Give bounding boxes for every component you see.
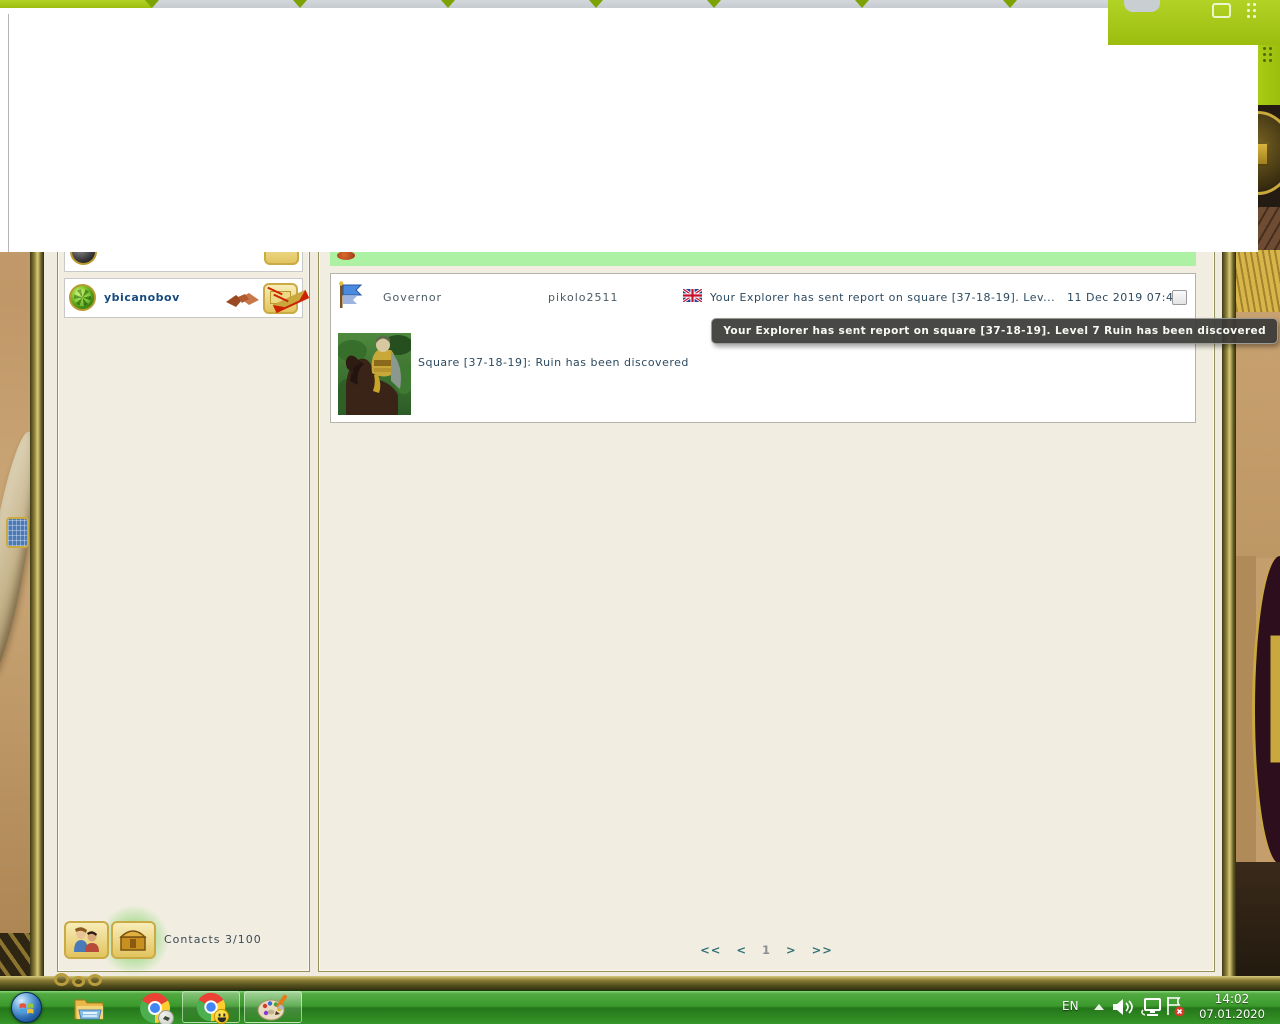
chrome-icon (197, 993, 226, 1022)
hidden-icons-chevron[interactable] (1094, 1004, 1104, 1010)
contacts-list-button[interactable] (64, 921, 109, 959)
explorer-icon[interactable] (73, 995, 105, 1021)
uk-flag-icon (683, 289, 702, 302)
paint-icon (256, 992, 290, 1022)
people-icon (70, 926, 102, 954)
contact-name[interactable]: ybicanobov (104, 291, 180, 304)
browser-menu-icon[interactable] (1247, 3, 1257, 19)
tab-separator-arrow (145, 0, 159, 8)
browser-tab-active[interactable] (0, 0, 152, 8)
clock-time[interactable]: 14:02 (1196, 992, 1268, 1006)
page-current[interactable]: 1 (762, 943, 771, 957)
contact-requests-button[interactable] (111, 921, 156, 959)
game-background-right (1236, 312, 1280, 558)
sender-title: Governor (383, 291, 442, 304)
contacts-panel (57, 246, 310, 972)
chrome-window-button[interactable] (182, 991, 240, 1023)
windows-logo-icon (18, 1000, 35, 1015)
gold-ring-decoration (72, 976, 85, 987)
handshake-icon (226, 288, 259, 309)
message-detail-box: Governor pikolo2511 Your Explorer has se… (330, 273, 1196, 423)
screen: ybicanobov Contacts 3/100 (0, 0, 1280, 1024)
overlay-edge-line (8, 14, 9, 252)
gold-ring-decoration (88, 974, 102, 986)
network-icon[interactable] (1140, 997, 1164, 1017)
blank-dialog-overlay (0, 8, 1258, 252)
mail-contact-button[interactable] (263, 283, 298, 314)
message-date: 11 Dec 2019 07:46 (1067, 291, 1181, 304)
tab-separator-arrow (1003, 0, 1017, 8)
chrome-icon[interactable] (140, 993, 170, 1023)
envelope-icon (270, 291, 291, 304)
gold-ring-decoration (54, 973, 69, 986)
browser-tab-strip (0, 0, 1280, 8)
chest-icon (118, 927, 148, 953)
explorer-portrait[interactable] (338, 333, 411, 415)
contacts-count-label: Contacts 3/100 (164, 933, 262, 946)
language-indicator[interactable]: EN (1062, 999, 1079, 1013)
clock-date[interactable]: 07.01.2020 (1196, 1007, 1268, 1021)
contact-row[interactable]: ybicanobov (64, 278, 303, 318)
action-center-flag-icon[interactable] (1164, 995, 1186, 1018)
message-icon-fragment (337, 251, 355, 260)
tab-separator-arrow (293, 0, 307, 8)
game-frame-bottom (0, 976, 1280, 990)
page-prev-button[interactable]: < (736, 943, 747, 957)
new-tab-button[interactable] (1124, 0, 1160, 12)
tooltip: Your Explorer has sent report on square … (711, 318, 1278, 344)
chrome-badge-icon (158, 1010, 174, 1024)
page-last-button[interactable]: >> (812, 943, 833, 957)
paint-window-button[interactable] (244, 991, 302, 1023)
sender-name[interactable]: pikolo2511 (548, 291, 619, 304)
message-preview-text: Square [37-18-19]: Ruin has been discove… (418, 356, 689, 369)
message-subject[interactable]: Your Explorer has sent report on square … (710, 291, 1055, 304)
report-flag-icon (337, 281, 363, 309)
game-background-right (1236, 862, 1280, 990)
maximize-button[interactable] (1212, 3, 1231, 18)
tab-separator-arrow (855, 0, 869, 8)
speaker-icon[interactable] (1112, 998, 1134, 1016)
minimap-button[interactable] (6, 517, 29, 548)
pagination: << < 1 > >> (318, 943, 1215, 957)
smiley-badge-icon (214, 1009, 229, 1024)
page-next-button[interactable]: > (786, 943, 797, 957)
tab-separator-arrow (441, 0, 455, 8)
tab-separator-arrow (589, 0, 603, 8)
message-checkbox[interactable] (1172, 290, 1187, 305)
scrollbar-dots (1263, 47, 1273, 63)
grass-decoration (1236, 250, 1280, 312)
tab-separator-arrow (707, 0, 721, 8)
start-button[interactable] (11, 992, 42, 1023)
round-frame-fragment (1252, 556, 1280, 864)
page-first-button[interactable]: << (700, 943, 721, 957)
contact-status-icon-online (69, 284, 96, 311)
